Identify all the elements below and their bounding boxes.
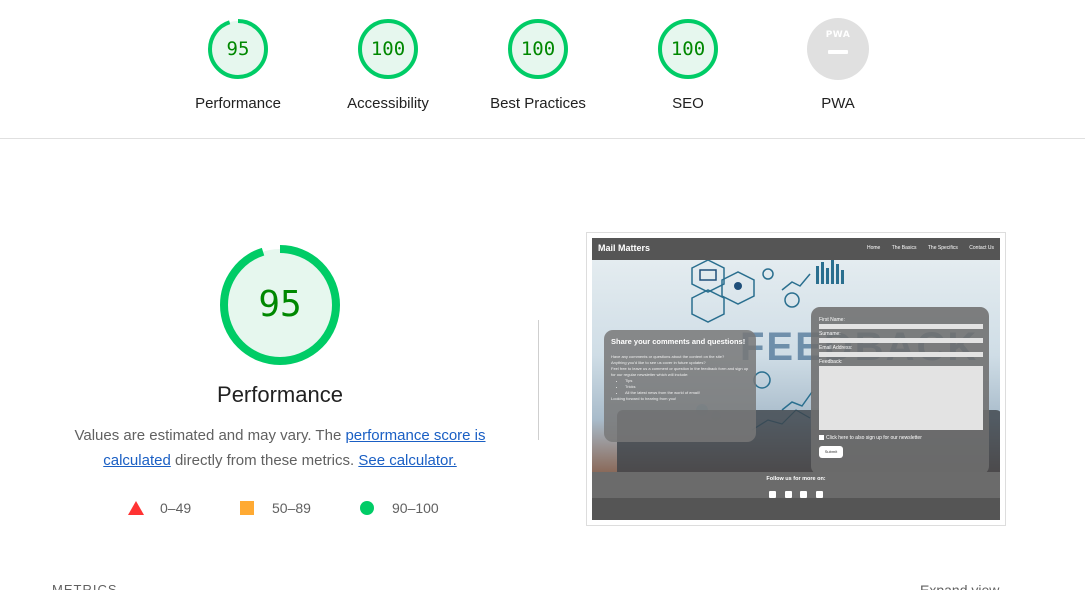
site-intro-heading: Share your comments and questions! [611, 337, 746, 346]
legend-average: 50–89 [240, 498, 311, 518]
gauge-seo[interactable]: 100 SEO [628, 18, 748, 112]
facebook-icon [769, 491, 777, 498]
site-nav-item: The Basics [891, 245, 917, 251]
youtube-icon [800, 491, 808, 498]
gauge-score: 100 [520, 38, 556, 60]
gauge-best-practices[interactable]: 100 Best Practices [478, 18, 598, 112]
legend-pass: 90–100 [360, 498, 439, 518]
site-intro-list: Tips Tricks All the latest news from the… [625, 378, 749, 396]
twitter-icon [784, 491, 792, 498]
orange-square-icon [240, 501, 254, 515]
pwa-badge-icon: PWA [807, 18, 869, 80]
site-footer-text: Follow us for more on: [766, 476, 826, 482]
site-feedback-form: First Name: Surname: Email Address: Feed… [811, 307, 989, 475]
gauge-performance[interactable]: 95 Performance [178, 18, 298, 112]
vertical-divider [538, 320, 539, 440]
checkbox-label: Click here to also sign up for our newsl… [826, 435, 922, 441]
form-submit: Submit [819, 446, 843, 458]
gauge-label: SEO [672, 95, 704, 112]
site-intro-text: Looking forward to hearing from you! [611, 396, 677, 401]
form-label: Feedback: [819, 359, 843, 365]
site-bottom-bar [592, 498, 1000, 520]
metrics-heading: METRICS [52, 582, 118, 590]
site-brand: Mail Matters [598, 243, 651, 253]
legend-range: 90–100 [392, 500, 439, 516]
site-nav-item: Home [867, 245, 881, 251]
form-checkbox-row: Click here to also sign up for our newsl… [819, 435, 981, 441]
expand-view-toggle[interactable]: Expand view [920, 582, 999, 590]
form-label: Email Address: [819, 345, 853, 351]
form-textarea [819, 366, 983, 430]
site-intro-text: Feel free to leave us a comment or quest… [611, 366, 749, 377]
legend-range: 0–49 [160, 500, 192, 516]
final-screenshot[interactable]: Mail Matters Home The Basics The Specifi… [586, 232, 1006, 526]
pwa-badge-text: PWA [825, 30, 851, 40]
calculator-link[interactable]: See calculator. [358, 452, 456, 469]
score-legend: 0–49 50–89 90–100 [0, 498, 560, 518]
gauge-label: PWA [821, 95, 855, 112]
screenshot-image: Mail Matters Home The Basics The Specifi… [592, 238, 1000, 520]
gauge-label: Best Practices [490, 95, 586, 112]
site-nav-links: Home The Basics The Specifics Contact Us [857, 245, 994, 251]
form-field [819, 338, 983, 343]
linkedin-icon [815, 491, 823, 498]
gauge-label: Accessibility [347, 95, 429, 112]
site-nav-item: The Specifics [927, 245, 958, 251]
site-nav-item: Contact Us [969, 245, 994, 251]
legend-range: 50–89 [272, 500, 311, 516]
gauge-pwa[interactable]: PWA PWA [778, 18, 898, 112]
form-label: First Name: [819, 317, 845, 323]
site-intro-panel: Share your comments and questions! Have … [604, 330, 756, 442]
form-label: Surname: [819, 331, 841, 337]
performance-title: Performance [217, 382, 343, 407]
gauge-score: 100 [670, 38, 706, 60]
performance-gauge-large: 95 [220, 245, 340, 365]
performance-description: Values are estimated and may vary. The p… [60, 423, 500, 473]
gauge-accessibility[interactable]: 100 Accessibility [328, 18, 448, 112]
description-text: directly from these metrics. [170, 452, 359, 469]
pwa-dash-icon [828, 50, 848, 54]
site-navbar: Mail Matters Home The Basics The Specifi… [592, 238, 1000, 260]
description-text: Values are estimated and may vary. The [74, 427, 346, 444]
form-field [819, 324, 983, 329]
form-field [819, 352, 983, 357]
green-circle-icon [360, 501, 374, 515]
legend-fail: 0–49 [128, 498, 191, 518]
category-scores-row: 95 Performance 100 Accessibility 100 Bes… [0, 0, 1085, 139]
gauge-label: Performance [195, 95, 281, 112]
site-footer: Follow us for more on: [592, 472, 1000, 498]
gauge-score: 100 [370, 38, 406, 60]
checkbox-icon [819, 435, 824, 441]
gauge-score: 95 [226, 38, 250, 60]
site-hero-image: FEEDBACK Share your comments and questio… [592, 260, 1000, 475]
performance-score: 95 [258, 284, 302, 325]
red-triangle-icon [128, 501, 144, 515]
